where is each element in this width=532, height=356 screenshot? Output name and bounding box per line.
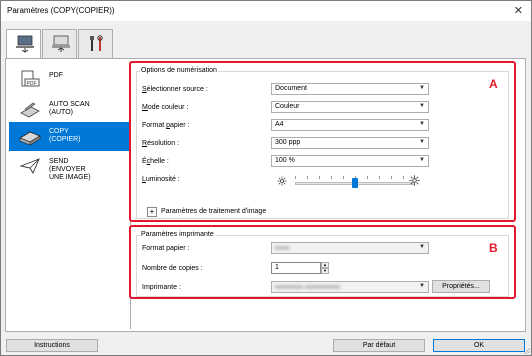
operation-panel-icon <box>52 35 70 52</box>
auto-scan-icon <box>20 102 40 118</box>
paper-size-select[interactable]: A4 ▼ <box>271 119 429 131</box>
source-select[interactable]: Document ▼ <box>271 83 429 95</box>
printer-paper-size-select[interactable]: ▬▬ ▼ <box>271 242 429 254</box>
marker-b: B <box>489 241 498 255</box>
brightness-low-icon <box>277 176 287 186</box>
brightness-label-text: uminosité : <box>145 176 180 183</box>
printer-label: Imprimante : <box>142 284 181 291</box>
chevron-down-icon: ▼ <box>419 139 425 145</box>
scan-options-legend: Options de numérisation <box>140 67 218 74</box>
chevron-down-icon: ▼ <box>419 283 425 289</box>
paper-size-label-text: apier : <box>170 122 190 129</box>
paper-size-value: A4 <box>275 121 284 128</box>
chevron-down-icon: ▼ <box>419 157 425 163</box>
resize-grip-icon[interactable] <box>523 347 531 355</box>
title-bar: Paramètres (COPY(COPIER)) ✕ <box>1 1 531 21</box>
pdf-icon: PDF <box>21 70 40 87</box>
scale-label: Échelle : <box>142 158 169 165</box>
tab-scan-from-operation-panel[interactable] <box>42 29 77 58</box>
color-mode-value: Couleur <box>275 103 300 110</box>
paper-size-label-pre: Format <box>142 122 167 129</box>
computer-scan-icon <box>16 35 34 53</box>
sidebar: PDF PDF AUTO SCAN (AUTO) COPY (COPIER) S… <box>9 62 131 329</box>
color-mode-label-text: ode couleur : <box>147 104 189 111</box>
tools-icon <box>90 35 103 51</box>
sidebar-item-auto-scan[interactable]: AUTO SCAN (AUTO) <box>9 95 131 124</box>
sidebar-item-copy[interactable]: COPY (COPIER) <box>9 122 131 151</box>
source-label-text: électionner source : <box>146 86 208 93</box>
resolution-value: 300 ppp <box>275 139 301 146</box>
resolution-label: Résolution : <box>142 140 179 147</box>
window-title: Paramètres (COPY(COPIER)) <box>7 6 115 15</box>
printer-paper-size-label: Format papier : <box>142 245 190 252</box>
resolution-label-text: ésolution : <box>147 140 179 147</box>
svg-text:PDF: PDF <box>27 81 37 87</box>
tab-scan-from-computer[interactable] <box>6 29 41 59</box>
color-mode-select[interactable]: Couleur ▼ <box>271 101 429 113</box>
brightness-label: Luminosité : <box>142 176 180 183</box>
scan-options-group: Options de numérisation A Sélectionner s… <box>129 61 516 222</box>
copies-value: 1 <box>275 264 279 271</box>
scale-label-text: helle : <box>150 158 169 165</box>
color-mode-label: Mode couleur : <box>142 104 188 111</box>
copy-icon <box>19 131 41 146</box>
brightness-slider-thumb[interactable] <box>352 178 358 188</box>
sidebar-item-pdf[interactable]: PDF PDF <box>9 66 131 95</box>
chevron-down-icon: ▼ <box>419 103 425 109</box>
ok-button[interactable]: OK <box>433 339 525 352</box>
printer-paper-size-value: ▬▬ <box>275 244 289 251</box>
sidebar-item-label: COPY (COPIER) <box>49 128 81 143</box>
copies-label: Nombre de copies : <box>142 265 203 272</box>
chevron-down-icon: ▼ <box>419 85 425 91</box>
paper-size-label: Format papier : <box>142 122 190 129</box>
copies-input[interactable]: 1 <box>271 262 321 274</box>
printer-select[interactable]: ▬▬▬▬ ▬▬▬▬▬ ▼ <box>271 281 429 293</box>
tab-general-settings[interactable] <box>78 29 113 58</box>
close-icon[interactable]: ✕ <box>514 4 523 17</box>
source-value: Document <box>275 85 307 92</box>
chevron-down-icon[interactable]: ▼ <box>321 268 329 274</box>
source-label: Sélectionner source : <box>142 86 208 93</box>
brightness-high-icon <box>409 175 420 186</box>
scale-value: 100 % <box>275 157 295 164</box>
instructions-button[interactable]: Instructions <box>6 339 98 352</box>
printer-settings-legend: Paramètres imprimante <box>140 231 215 238</box>
properties-button[interactable]: Propriétés... <box>432 280 490 293</box>
marker-a: A <box>489 77 498 91</box>
sidebar-item-send[interactable]: SEND (ENVOYER UNE IMAGE) <box>9 152 131 181</box>
sidebar-item-label: AUTO SCAN (AUTO) <box>49 101 90 116</box>
image-processing-label[interactable]: Paramètres de traitement d'image <box>161 208 266 215</box>
sidebar-item-label: PDF <box>49 72 63 79</box>
chevron-down-icon: ▼ <box>419 244 425 250</box>
send-icon <box>19 158 40 174</box>
defaults-button[interactable]: Par défaut <box>333 339 425 352</box>
chevron-down-icon: ▼ <box>419 121 425 127</box>
scale-select[interactable]: 100 % ▼ <box>271 155 429 167</box>
resolution-select[interactable]: 300 ppp ▼ <box>271 137 429 149</box>
copies-stepper[interactable]: ▲ ▼ <box>321 262 329 274</box>
settings-window: Paramètres (COPY(COPIER)) ✕ PDF PDF AUTO… <box>0 0 532 356</box>
printer-settings-group: Paramètres imprimante B Format papier : … <box>129 225 516 299</box>
sidebar-item-label: SEND (ENVOYER UNE IMAGE) <box>49 158 91 181</box>
printer-value: ▬▬▬▬ ▬▬▬▬▬ <box>275 283 340 290</box>
image-processing-expand-button[interactable]: + <box>147 207 157 217</box>
